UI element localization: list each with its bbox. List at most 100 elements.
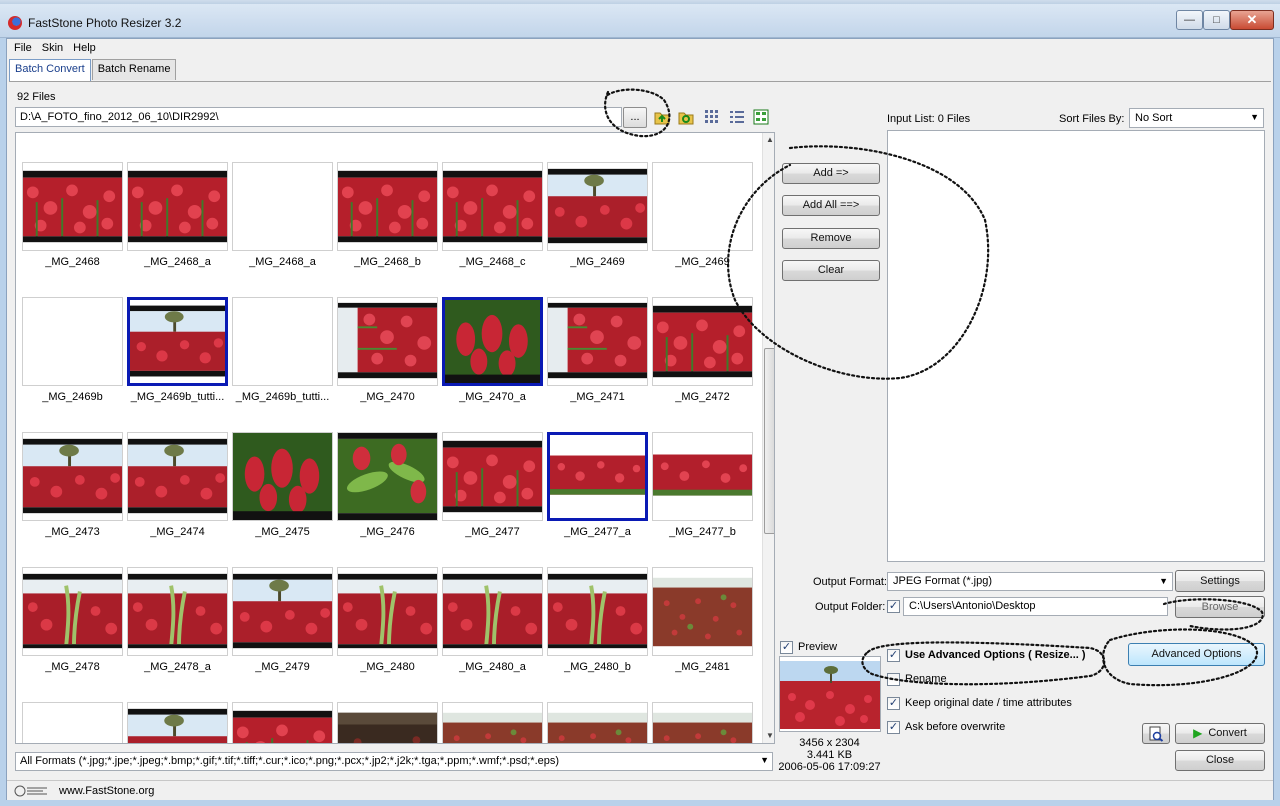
thumbnail-item[interactable] [22,432,123,521]
maximize-button[interactable]: □ [1203,10,1230,30]
refresh-icon[interactable] [678,109,694,125]
thumbnail-item[interactable] [337,297,438,386]
thumbnail-item[interactable] [652,702,753,743]
thumbnail-photo [23,703,122,744]
minimize-button[interactable]: — [1176,10,1203,30]
browse-folder-button[interactable]: ... [623,107,647,128]
menu-file[interactable]: File [14,42,32,59]
magnifier-icon [1149,726,1164,742]
add-all-button[interactable]: Add All ==> [782,195,880,216]
thumbnail-item[interactable] [652,567,753,656]
preview-photo [780,657,880,731]
thumbnail-item[interactable] [232,162,333,251]
thumbnail-item[interactable] [22,702,123,744]
thumbnail-item[interactable] [127,567,228,656]
thumbnail-item[interactable] [127,432,228,521]
thumbnail-label: _MG_2473 [45,526,100,538]
format-filter-select[interactable]: All Formats (*.jpg;*.jpe;*.jpeg;*.bmp;*.… [15,752,773,771]
thumbnail-label: _MG_2468_c [459,256,526,268]
thumbnail-item[interactable] [442,567,543,656]
browse-output-button[interactable]: Browse [1175,596,1265,618]
rename-checkbox[interactable] [887,673,900,686]
thumbnail-item[interactable] [127,702,228,743]
advanced-options-button[interactable]: Advanced Options [1128,643,1265,666]
convert-label: Convert [1208,727,1247,739]
thumbnail-scrollbar[interactable]: ▲ ▼ [762,133,774,743]
add-button[interactable]: Add => [782,163,880,184]
thumbnail-item[interactable] [442,297,543,386]
thumbnail-item[interactable] [22,297,123,386]
thumbnail-label: _MG_2481 [675,661,730,673]
convert-button[interactable]: ▶ Convert [1175,723,1265,744]
thumbnail-view-icon[interactable] [704,109,720,125]
thumbnail-item[interactable] [22,567,123,656]
output-folder-input[interactable]: C:\Users\Antonio\Desktop [903,597,1168,616]
thumbnail-item[interactable] [442,702,543,743]
tab-strip: Batch Convert Batch Rename [9,59,177,81]
thumbnail-item[interactable] [337,702,438,743]
thumbnail-item[interactable] [127,297,228,386]
keep-date-checkbox[interactable]: ✓ [887,697,900,710]
close-window-button[interactable]: ✕ [1230,10,1274,30]
thumbnail-item[interactable] [547,297,648,386]
thumbnail-photo [128,708,227,743]
scrollbar-thumb[interactable] [764,348,774,534]
clear-button[interactable]: Clear [782,260,880,281]
preview-size: 3.441 KB [806,749,853,761]
list-view-icon[interactable] [729,109,745,125]
thumbnail-label: _MG_2476 [360,526,415,538]
scroll-up-arrow-icon[interactable]: ▲ [766,135,774,144]
thumbnail-item[interactable] [232,567,333,656]
thumbnail-photo [653,703,752,743]
thumbnail-item[interactable] [652,162,753,251]
input-list-label: Input List: 0 Files [887,113,971,125]
ask-overwrite-checkbox[interactable]: ✓ [887,721,900,734]
settings-button[interactable]: Settings [1175,570,1265,592]
output-format-select[interactable]: JPEG Format (*.jpg) ▼ [887,572,1173,591]
details-view-icon[interactable] [753,109,769,125]
thumbnail-label: _MG_2477 [465,526,520,538]
thumbnail-photo [130,305,225,377]
thumbnail-item[interactable] [337,567,438,656]
folder-up-icon[interactable] [654,109,670,125]
tab-batch-convert[interactable]: Batch Convert [9,59,91,81]
thumbnail-item[interactable] [337,162,438,251]
input-file-list[interactable] [887,130,1265,562]
thumbnail-item[interactable] [442,432,543,521]
output-folder-checkbox[interactable]: ✓ [887,600,900,613]
website-link[interactable]: www.FastStone.org [59,785,154,797]
preview-label: Preview [798,641,838,653]
thumbnail-item[interactable] [232,432,333,521]
preview-date: 2006-05-06 17:09:27 [778,761,881,773]
thumbnail-item[interactable] [547,162,648,251]
thumbnail-item[interactable] [337,432,438,521]
rename-label: Rename [905,673,947,685]
thumbnail-item[interactable] [547,702,648,743]
thumbnail-photo [443,703,542,743]
chevron-down-icon: ▼ [1159,576,1168,586]
preview-checkbox[interactable]: ✓ [780,641,793,654]
folder-path-input[interactable]: D:\A_FOTO_fino_2012_06_10\DIR2992\ [15,107,622,127]
thumbnail-item[interactable] [127,162,228,251]
thumbnail-item[interactable] [652,297,753,386]
preview-zoom-button[interactable] [1142,723,1170,744]
use-advanced-checkbox[interactable]: ✓ [887,649,900,662]
thumbnail-item[interactable] [547,432,648,521]
thumbnail-item[interactable] [232,297,333,386]
thumbnail-label: _MG_2471 [570,391,625,403]
thumbnail-item[interactable] [547,567,648,656]
thumbnail-label: _MG_2468_b [354,256,421,268]
thumbnail-item[interactable] [22,162,123,251]
thumbnail-item[interactable] [442,162,543,251]
thumbnail-item[interactable] [652,432,753,521]
menu-skin[interactable]: Skin [42,42,63,59]
menu-help[interactable]: Help [73,42,96,59]
sort-select[interactable]: No Sort ▼ [1129,108,1264,128]
thumbnail-item[interactable] [232,702,333,743]
menu-bar: File Skin Help [7,39,1273,59]
tab-batch-rename[interactable]: Batch Rename [91,59,177,80]
thumbnail-browser[interactable]: _MG_2468 _MG_2468_a _MG_2468_a _MG_2468_b _M… [15,132,775,744]
remove-button[interactable]: Remove [782,228,880,249]
close-button[interactable]: Close [1175,750,1265,771]
thumbnail-photo [23,573,122,649]
